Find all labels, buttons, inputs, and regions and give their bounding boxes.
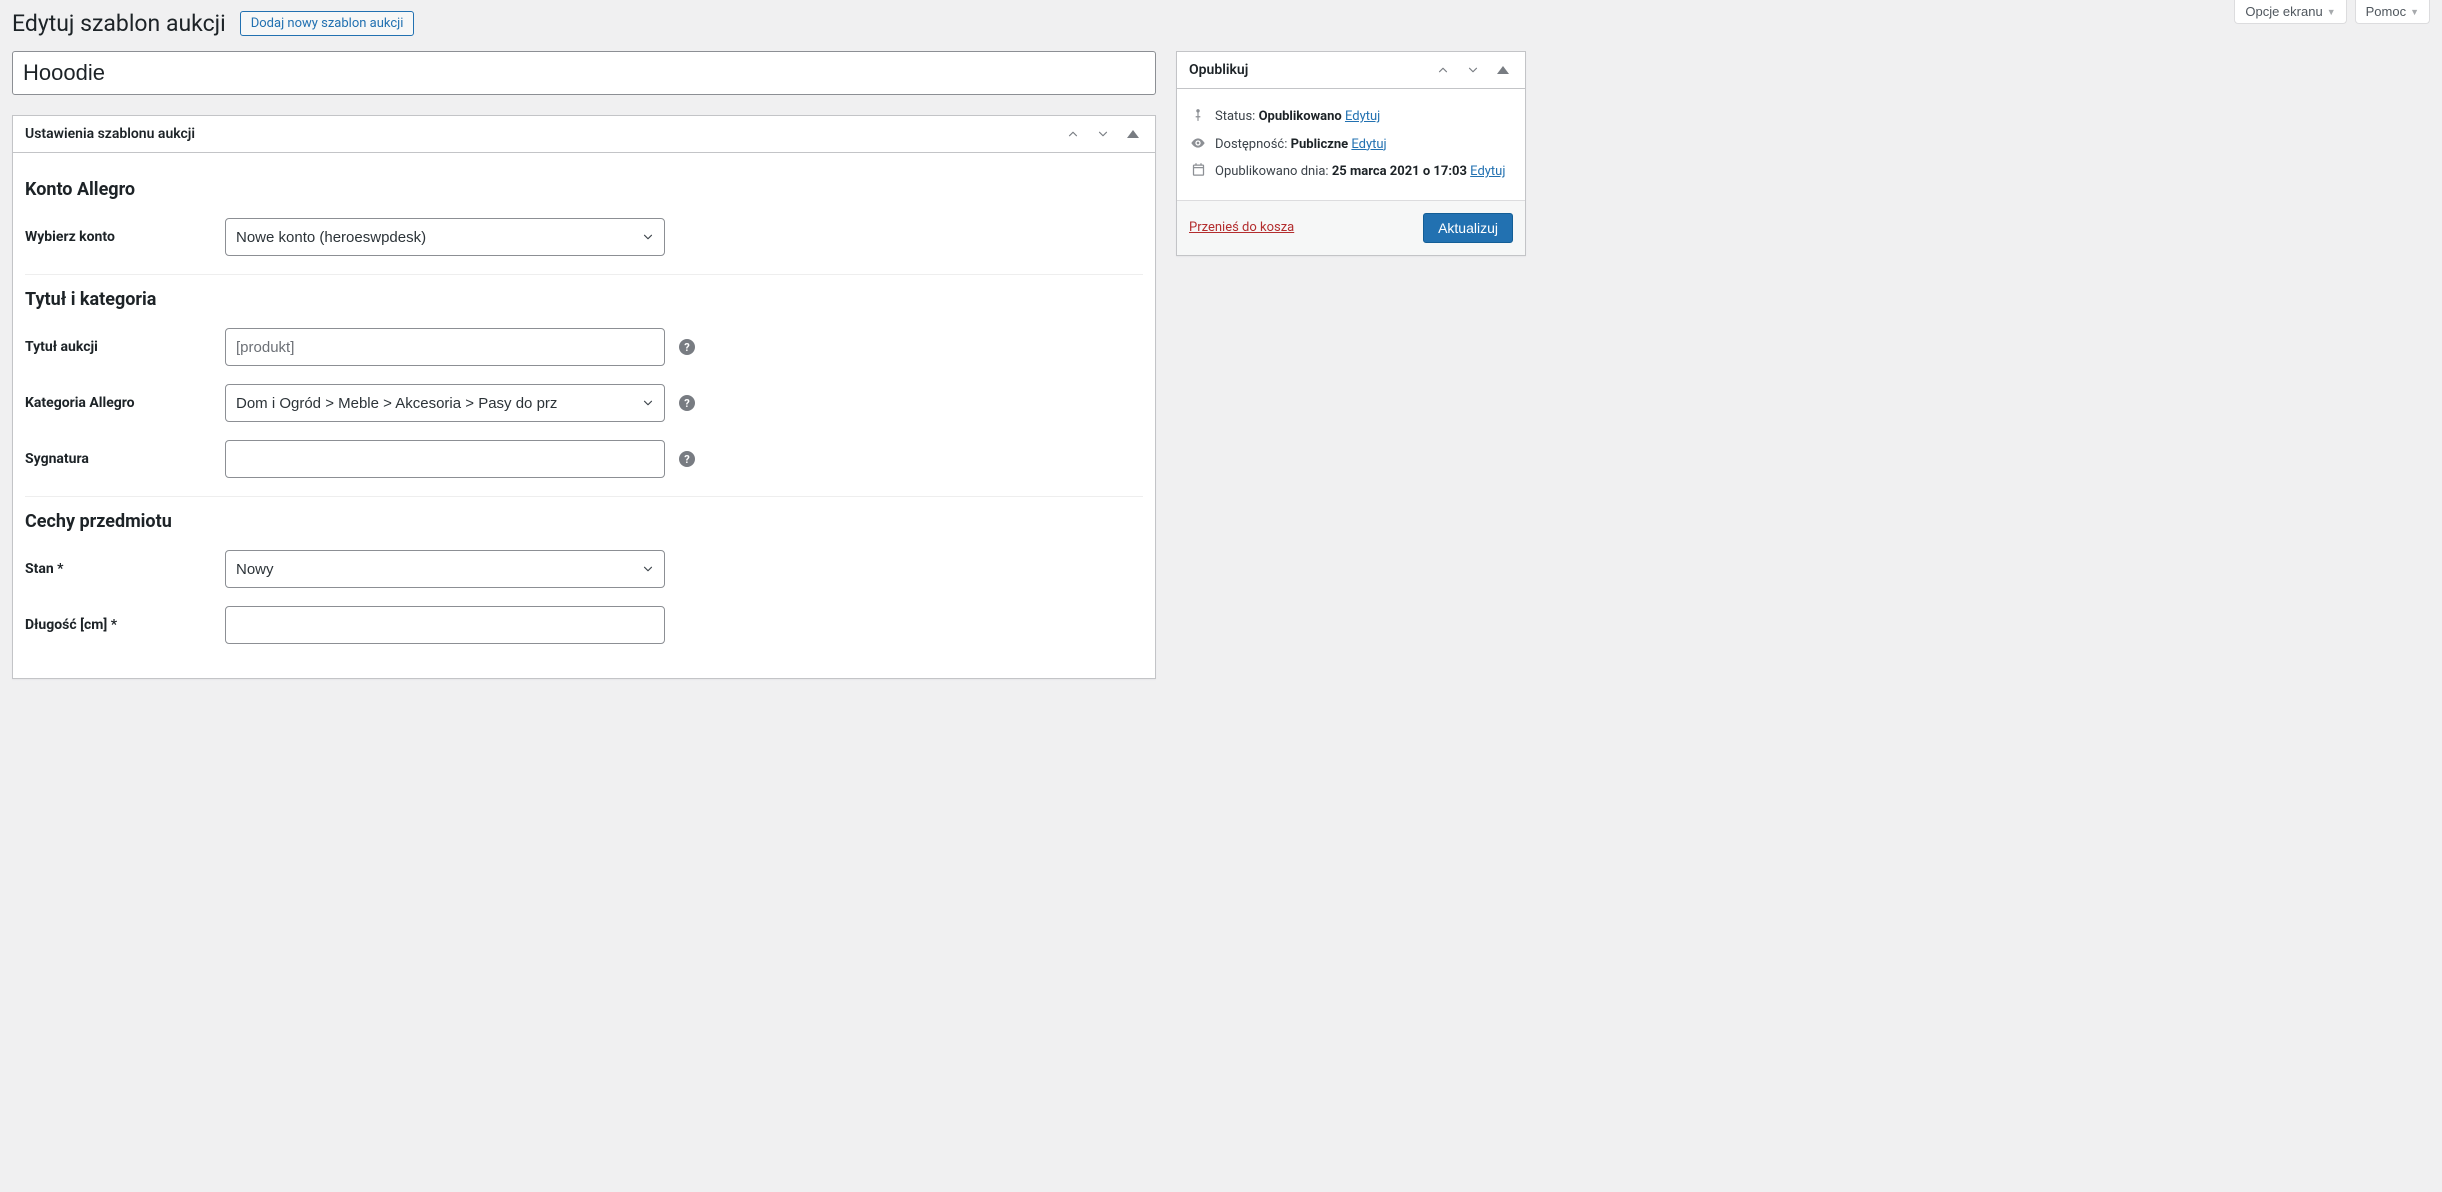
calendar-icon xyxy=(1189,162,1207,177)
publish-postbox: Opublikuj xyxy=(1176,51,1526,256)
publish-postbox-title: Opublikuj xyxy=(1177,52,1260,88)
section-heading-title-category: Tytuł i kategoria xyxy=(25,289,1143,310)
help-button[interactable]: Pomoc ▼ xyxy=(2355,0,2430,24)
published-date-row: Opublikowano dnia: 25 marca 2021 o 17:03… xyxy=(1215,162,1505,182)
panel-move-down-button[interactable] xyxy=(1459,56,1487,84)
triangle-up-icon xyxy=(1497,66,1509,74)
help-icon[interactable]: ? xyxy=(679,395,695,411)
auction-title-input[interactable] xyxy=(225,328,665,366)
chevron-down-icon xyxy=(1096,127,1110,141)
move-to-trash-link[interactable]: Przenieś do kosza xyxy=(1189,220,1294,235)
pin-icon xyxy=(1189,107,1207,123)
chevron-down-icon xyxy=(1466,63,1480,77)
length-label: Długość [cm] * xyxy=(25,617,225,633)
section-heading-features: Cechy przedmiotu xyxy=(25,511,1143,532)
edit-status-link[interactable]: Edytuj xyxy=(1345,109,1380,124)
panel-move-down-button[interactable] xyxy=(1089,120,1117,148)
auction-title-label: Tytuł aukcji xyxy=(25,339,225,355)
help-icon[interactable]: ? xyxy=(679,451,695,467)
panel-move-up-button[interactable] xyxy=(1059,120,1087,148)
add-new-button[interactable]: Dodaj nowy szablon aukcji xyxy=(240,11,415,36)
edit-date-link[interactable]: Edytuj xyxy=(1470,164,1505,179)
section-heading-account: Konto Allegro xyxy=(25,179,1143,200)
panel-move-up-button[interactable] xyxy=(1429,56,1457,84)
status-row: Status: Opublikowano Edytuj xyxy=(1215,107,1380,127)
screen-options-button[interactable]: Opcje ekranu ▼ xyxy=(2234,0,2346,24)
post-title-input[interactable] xyxy=(12,51,1156,95)
signature-input[interactable] xyxy=(225,440,665,478)
condition-label: Stan * xyxy=(25,561,225,577)
chevron-up-icon xyxy=(1436,63,1450,77)
caret-down-icon: ▼ xyxy=(2327,7,2336,17)
allegro-category-dropdown[interactable]: Dom i Ogród > Meble > Akcesoria > Pasy d… xyxy=(225,384,665,422)
settings-postbox: Ustawienia szablonu aukcji xyxy=(12,115,1156,679)
length-input[interactable] xyxy=(225,606,665,644)
caret-down-icon: ▼ xyxy=(2410,7,2419,17)
page-title: Edytuj szablon aukcji xyxy=(12,10,226,37)
settings-postbox-title: Ustawienia szablonu aukcji xyxy=(13,116,207,152)
select-account-label: Wybierz konto xyxy=(25,229,225,245)
allegro-category-label: Kategoria Allegro xyxy=(25,395,225,411)
eye-icon xyxy=(1189,135,1207,151)
condition-dropdown[interactable]: Nowy xyxy=(225,550,665,588)
help-icon[interactable]: ? xyxy=(679,339,695,355)
select-account-dropdown[interactable]: Nowe konto (heroeswpdesk) xyxy=(225,218,665,256)
panel-toggle-button[interactable] xyxy=(1119,120,1147,148)
edit-visibility-link[interactable]: Edytuj xyxy=(1351,137,1386,152)
chevron-up-icon xyxy=(1066,127,1080,141)
triangle-up-icon xyxy=(1127,130,1139,138)
panel-toggle-button[interactable] xyxy=(1489,56,1517,84)
signature-label: Sygnatura xyxy=(25,451,225,467)
help-label: Pomoc xyxy=(2366,4,2406,19)
screen-options-label: Opcje ekranu xyxy=(2245,4,2322,19)
update-button[interactable]: Aktualizuj xyxy=(1423,213,1513,243)
visibility-row: Dostępność: Publiczne Edytuj xyxy=(1215,135,1387,155)
